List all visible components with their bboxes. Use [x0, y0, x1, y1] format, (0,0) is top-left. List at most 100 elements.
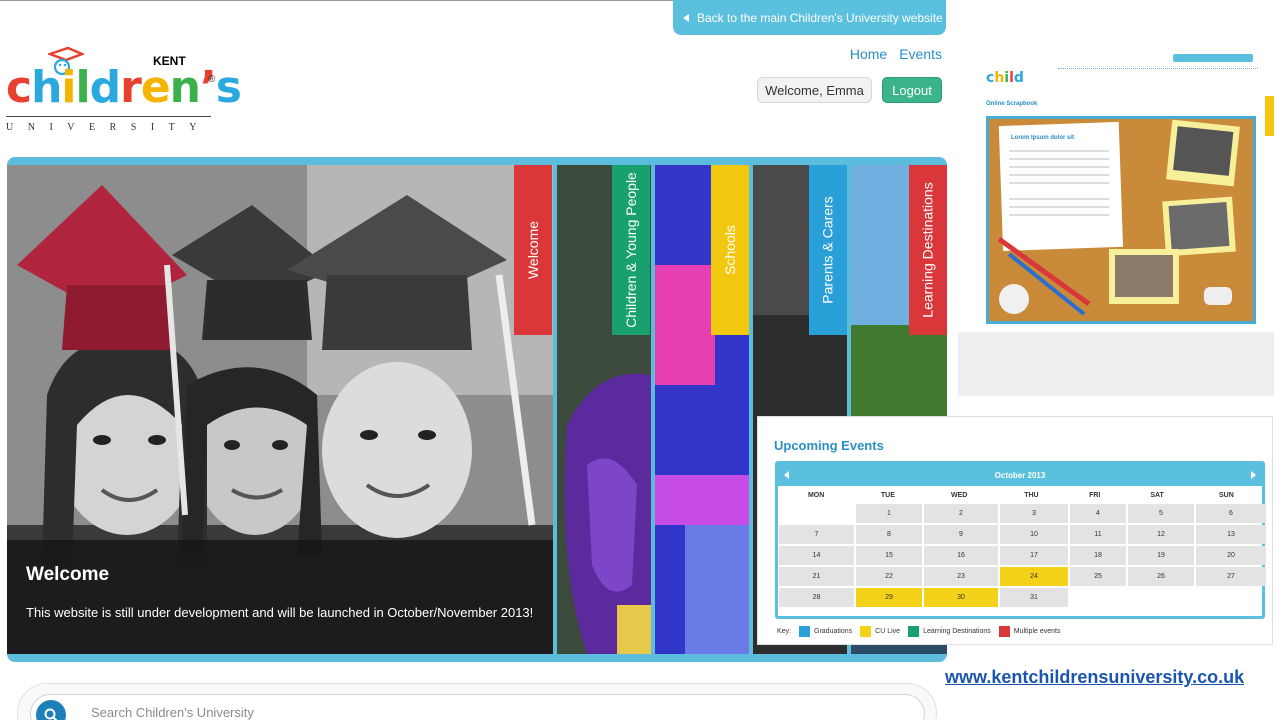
calendar-day[interactable]: 21	[779, 567, 854, 586]
calendar-weekdays: MON TUE WED THU FRI SAT SUN	[778, 489, 1262, 503]
preview-nav	[1058, 68, 1258, 71]
welcome-user-badge: Welcome, Emma	[757, 77, 872, 103]
calendar-day[interactable]: 1	[856, 504, 922, 523]
search-button[interactable]	[36, 700, 66, 720]
calendar-day[interactable]: 6	[1196, 504, 1266, 523]
next-month-icon[interactable]	[1251, 471, 1256, 479]
calendar-day[interactable]: 27	[1196, 567, 1266, 586]
search-input[interactable]	[91, 705, 691, 720]
weekday-header: MON	[807, 492, 825, 499]
key-item: Learning Destinations	[908, 626, 991, 637]
calendar-day[interactable]: 14	[779, 546, 854, 565]
scrapbook-board: Lorem Ipsum dolor sit	[986, 116, 1256, 324]
calendar-day[interactable]: 17	[1000, 546, 1068, 565]
calendar-day[interactable]: 9	[924, 525, 998, 544]
calendar-day[interactable]: 20	[1196, 546, 1266, 565]
calendar-day[interactable]: 19	[1128, 546, 1194, 565]
weekday-header: SUN	[1218, 492, 1234, 499]
calendar-day[interactable]: 16	[924, 546, 998, 565]
weekday-header: FRI	[1089, 492, 1101, 499]
logo-letter: i	[61, 62, 76, 113]
hero-caption-text: This website is still under development …	[26, 605, 534, 620]
tab-parents-label: Parents & Carers	[820, 196, 836, 304]
nav-events-link[interactable]: Events	[899, 46, 942, 62]
calendar-day[interactable]: 15	[856, 546, 922, 565]
tab-welcome[interactable]: Welcome	[514, 165, 552, 335]
calendar-day[interactable]: 23	[924, 567, 998, 586]
logo-letter: s	[215, 62, 242, 113]
calendar-day[interactable]: 3	[1000, 504, 1068, 523]
preview-scroll-tab	[1265, 96, 1274, 136]
key-swatch	[860, 626, 872, 637]
search-field-wrapper	[30, 694, 925, 720]
tab-learning-destinations[interactable]: Learning Destinations	[909, 165, 947, 335]
site-url-link[interactable]: www.kentchildrensuniversity.co.uk	[945, 667, 1244, 688]
calendar-day[interactable]: 7	[779, 525, 854, 544]
registered-mark: ®	[208, 74, 216, 85]
calendar-day[interactable]: 11	[1070, 525, 1126, 544]
back-link-label: Back to the main Children's University w…	[697, 10, 943, 25]
calendar-day[interactable]: 2	[924, 504, 998, 523]
events-calendar: October 2013 MON TUE WED THU FRI SAT SUN 12345…	[775, 461, 1266, 619]
key-item: Multiple events	[998, 626, 1060, 637]
calendar-key: Key: Graduations CU Live Learning Destinat…	[777, 626, 1060, 637]
nav-home-link[interactable]: Home	[850, 46, 887, 62]
panel-children-young-people[interactable]: Children & Young People	[557, 165, 651, 654]
calendar-day[interactable]: 5	[1128, 504, 1194, 523]
calendar-month: October 2013	[994, 470, 1046, 480]
calendar-day[interactable]: 8	[856, 525, 922, 544]
scrapbook-board-image: Lorem Ipsum dolor sit	[989, 119, 1253, 321]
logo-subtitle: UNIVERSITY	[6, 122, 211, 133]
tab-parents-carers[interactable]: Parents & Carers	[809, 165, 847, 335]
tab-learning-label: Learning Destinations	[920, 182, 937, 318]
top-nav: Home Events	[850, 46, 942, 62]
logo-underline	[6, 116, 211, 117]
calendar-day[interactable]: 25	[1070, 567, 1126, 586]
logo-wordmark: children’s	[6, 66, 242, 110]
calendar-day[interactable]: 13	[1196, 525, 1266, 544]
tab-schools[interactable]: Schools	[711, 165, 749, 335]
tab-children-young-people[interactable]: Children & Young People	[612, 165, 650, 335]
upcoming-events-title: Upcoming Events	[774, 438, 884, 453]
key-swatch	[998, 626, 1010, 637]
calendar-day[interactable]: 4	[1070, 504, 1126, 523]
calendar-day[interactable]: 26	[1128, 567, 1194, 586]
preview-footer	[958, 332, 1274, 396]
panel-schools[interactable]: Schools	[655, 165, 749, 654]
scrapbook-note-title: Lorem Ipsum dolor sit	[1011, 135, 1074, 141]
tab-children-label: Children & Young People	[623, 172, 639, 328]
calendar-day[interactable]: 29	[856, 588, 922, 607]
search-bar	[17, 683, 937, 720]
key-item: CU Live	[860, 626, 900, 637]
weekday-header: SAT	[1150, 492, 1164, 499]
upcoming-events-panel: Upcoming Events October 2013 MON TUE WED TH…	[757, 416, 1273, 645]
logo-letter: d	[89, 62, 121, 113]
calendar-day[interactable]: 22	[856, 567, 922, 586]
key-swatch	[799, 626, 811, 637]
calendar-day[interactable]: 10	[1000, 525, 1068, 544]
calendar-day[interactable]: 18	[1070, 546, 1126, 565]
calendar-day[interactable]: 12	[1128, 525, 1194, 544]
logo-letter: c	[6, 62, 32, 113]
logo-letter: e	[140, 62, 171, 113]
back-to-main-site-link[interactable]: Back to the main Children's University w…	[673, 0, 946, 35]
scrapbook-page-preview: child Online Scrapbook Lorem Ipsum dolor…	[958, 42, 1274, 396]
key-item-label: Graduations	[814, 628, 853, 635]
key-item-label: CU Live	[875, 628, 901, 635]
calendar-day[interactable]: 30	[924, 588, 998, 607]
childrens-university-logo[interactable]: KENT children’s ® UNIVERSITY	[6, 44, 242, 139]
prev-month-icon[interactable]	[784, 471, 789, 479]
hero-caption-title: Welcome	[26, 564, 110, 585]
hero-caption: Welcome This website is still under deve…	[7, 540, 553, 654]
weekday-header: TUE	[880, 492, 895, 499]
calendar-day[interactable]: 31	[1000, 588, 1068, 607]
tab-schools-label: Schools	[722, 225, 738, 275]
calendar-day[interactable]: 24	[1000, 567, 1068, 586]
logout-button[interactable]: Logout	[882, 77, 942, 103]
calendar-day[interactable]: 28	[779, 588, 854, 607]
logo-letter: h	[31, 62, 62, 113]
weekday-header: THU	[1024, 492, 1039, 499]
preview-logo-icon: child	[986, 70, 1024, 86]
back-arrow-icon	[683, 13, 689, 22]
preview-back-link	[1173, 54, 1253, 62]
